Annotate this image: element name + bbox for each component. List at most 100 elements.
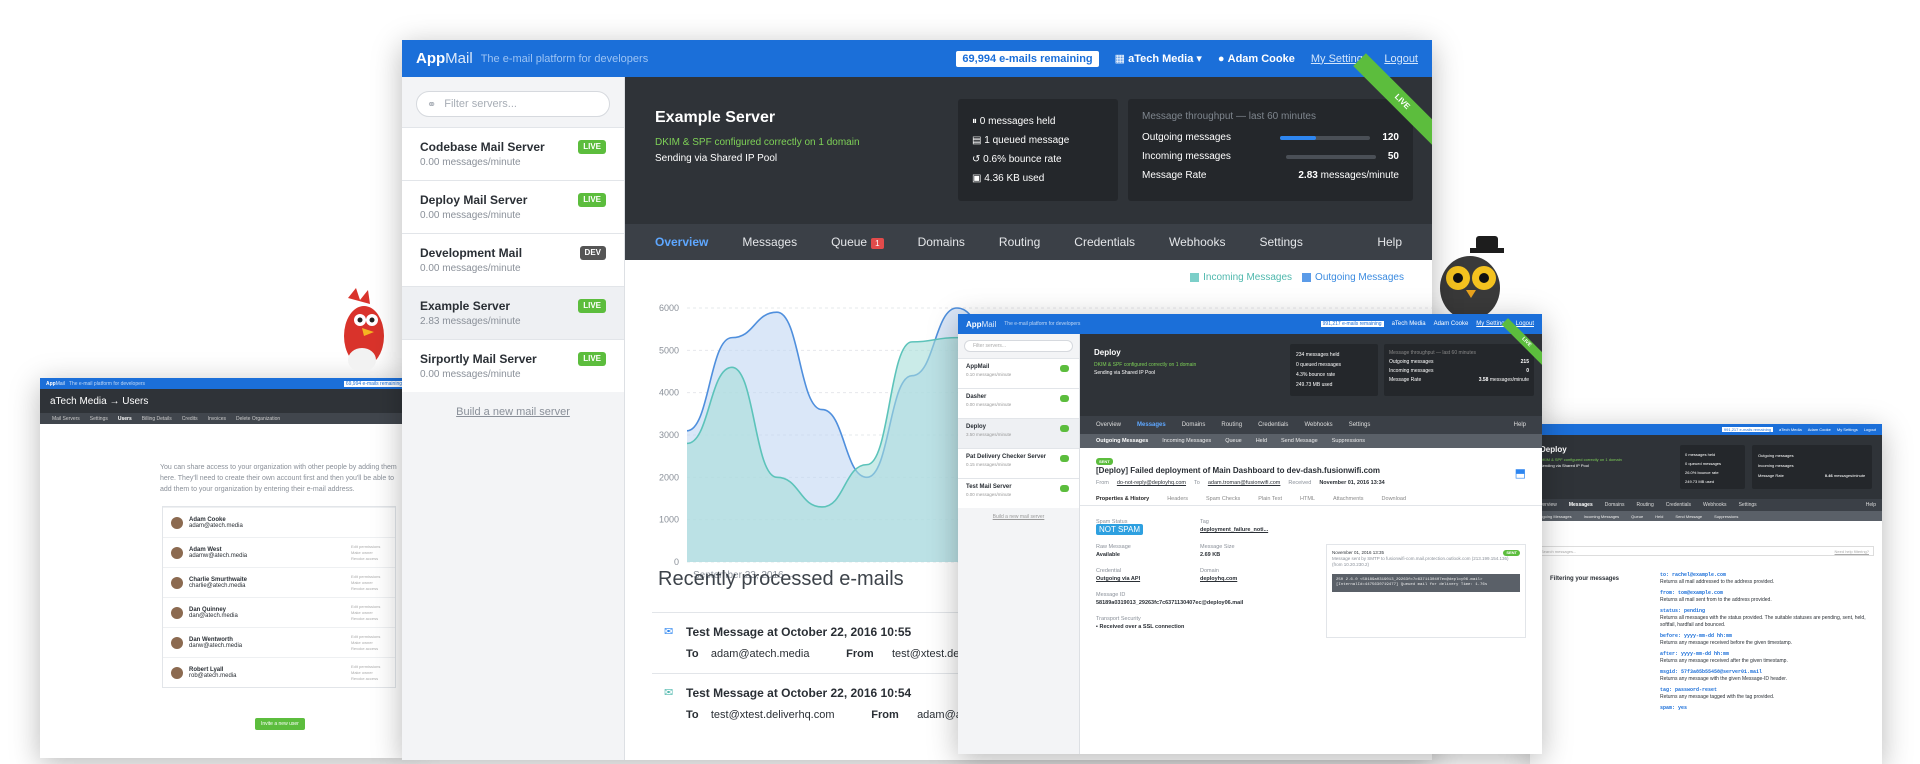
user-menu[interactable]: Adam Cooke (1434, 321, 1469, 327)
sidebar-server-pat-delivery[interactable]: Pat Delivery Checker Server 0.15 message… (958, 448, 1079, 478)
tab-domains[interactable]: Domains (918, 235, 965, 249)
tab-credentials[interactable]: Credentials (1074, 235, 1135, 249)
subtab-queue[interactable]: Queue (1225, 438, 1242, 444)
raw-message: Available (1096, 552, 1120, 558)
message-domain[interactable]: deployhq.com (1200, 576, 1237, 582)
logo[interactable]: AppMail (46, 381, 65, 387)
logout-link[interactable]: Logout (1864, 427, 1876, 432)
subtab-held[interactable]: Held (1256, 438, 1267, 444)
tab-routing[interactable]: Routing (1221, 422, 1242, 428)
user-actions[interactable]: Edit permissions Make owner Revoke acces… (351, 604, 387, 622)
tab-settings[interactable]: Settings (90, 416, 108, 422)
subtab-incoming[interactable]: Incoming Messages (1162, 438, 1211, 444)
message-from[interactable]: do-not-reply@deployhq.com (1117, 480, 1186, 486)
sidebar-server-appmail[interactable]: AppMail 0.10 messages/minute (958, 358, 1079, 388)
sidebar-server-example[interactable]: Example Server LIVE 2.83 messages/minute (402, 286, 624, 339)
subtab-queue[interactable]: Queue (1631, 514, 1643, 519)
logout-link[interactable]: Logout (1516, 321, 1534, 327)
subtab-send[interactable]: Send Message (1675, 514, 1702, 519)
tab-invoices[interactable]: Invoices (208, 416, 226, 422)
org-menu[interactable]: aTech Media (1392, 321, 1426, 327)
tab-spam-checks[interactable]: Spam Checks (1206, 496, 1240, 502)
tab-messages[interactable]: Messages (1569, 502, 1593, 508)
message-search-input[interactable]: Search messages... Need help filtering? (1536, 546, 1874, 556)
tab-overview[interactable]: Overview (1096, 422, 1121, 428)
tab-webhooks[interactable]: Webhooks (1703, 502, 1727, 508)
tab-credentials[interactable]: Credentials (1258, 422, 1288, 428)
user-menu[interactable]: ● Adam Cooke (1218, 53, 1295, 65)
inbox-icon[interactable]: ⬒ (1515, 466, 1526, 480)
org-menu[interactable]: aTech Media (1779, 427, 1802, 432)
sidebar-server-codebase[interactable]: Codebase Mail Server LIVE 0.00 messages/mi… (402, 127, 624, 180)
logo[interactable]: AppMail (966, 320, 996, 329)
legend-incoming[interactable]: Incoming Messages (1190, 272, 1292, 283)
tab-domains[interactable]: Domains (1182, 422, 1206, 428)
help-link[interactable]: Help (1514, 422, 1526, 428)
tab-mail-servers[interactable]: Mail Servers (52, 416, 80, 422)
org-menu[interactable]: ▦ aTech Media ▾ (1115, 52, 1202, 65)
legend-outgoing[interactable]: Outgoing Messages (1302, 272, 1404, 283)
sidebar-server-deploy[interactable]: Deploy 3.50 messages/minute (958, 418, 1079, 448)
stat-bounce: ↺ 0.6% bounce rate (972, 154, 1062, 165)
user-row: Charlie Smurthwaite charlie@atech.media Ed… (163, 567, 395, 597)
filter-help-link[interactable]: Need help filtering? (1835, 549, 1869, 554)
sidebar-server-sirportly[interactable]: Sirportly Mail Server LIVE 0.00 messages/m… (402, 339, 624, 392)
filter-key: to: rachel@example.com (1660, 572, 1727, 578)
sidebar-server-deploy[interactable]: Deploy Mail Server LIVE 0.00 messages/minu… (402, 180, 624, 233)
logout-link[interactable]: Logout (1384, 53, 1418, 65)
server-search-input[interactable]: ⚭ Filter servers... (416, 91, 610, 117)
tab-attachments[interactable]: Attachments (1333, 496, 1364, 502)
message-credential[interactable]: Outgoing via API (1096, 576, 1140, 582)
tab-webhooks[interactable]: Webhooks (1304, 422, 1332, 428)
tab-plain-text[interactable]: Plain Text (1258, 496, 1282, 502)
tab-credits[interactable]: Credits (182, 416, 198, 422)
tab-webhooks[interactable]: Webhooks (1169, 235, 1225, 249)
tab-settings[interactable]: Settings (1739, 502, 1757, 508)
tab-billing[interactable]: Billing Details (142, 416, 172, 422)
tab-headers[interactable]: Headers (1167, 496, 1188, 502)
user-actions[interactable]: Edit permissions Make owner Revoke acces… (351, 664, 387, 682)
sidebar-server-dasher[interactable]: Dasher 0.00 messages/minute (958, 388, 1079, 418)
server-title: Example Server (655, 109, 776, 126)
my-settings-link[interactable]: My Settings (1837, 427, 1858, 432)
build-server-link[interactable]: Build a new mail server (958, 514, 1079, 520)
help-link[interactable]: Help (1377, 235, 1402, 249)
tagline: The e-mail platform for developers (1004, 321, 1081, 327)
dkim-status: DKIM & SPF configured correctly on 1 dom… (655, 137, 860, 148)
subtab-incoming[interactable]: Incoming Messages (1584, 514, 1620, 519)
tab-download[interactable]: Download (1382, 496, 1406, 502)
tab-delete-organization[interactable]: Delete Organization (236, 416, 280, 422)
build-server-link[interactable]: Build a new mail server (402, 406, 624, 418)
tab-settings[interactable]: Settings (1349, 422, 1371, 428)
tab-settings[interactable]: Settings (1259, 235, 1302, 249)
top-bar: AppMail The e-mail platform for develope… (958, 314, 1542, 334)
tab-queue[interactable]: Queue 1 (831, 235, 884, 249)
user-actions[interactable]: Edit permissions Make owner Revoke acces… (351, 544, 387, 562)
user-actions[interactable]: Edit permissions Make owner Revoke acces… (351, 574, 387, 592)
message-to[interactable]: adam.troman@fusionwifi.com (1208, 480, 1281, 486)
tab-routing[interactable]: Routing (999, 235, 1040, 249)
tab-html[interactable]: HTML (1300, 496, 1315, 502)
subtab-send[interactable]: Send Message (1281, 438, 1318, 444)
help-link[interactable]: Help (1866, 502, 1876, 508)
sidebar-server-test[interactable]: Test Mail Server 0.00 messages/minute (958, 478, 1079, 508)
tab-credentials[interactable]: Credentials (1666, 502, 1691, 508)
tab-messages[interactable]: Messages (742, 235, 797, 249)
logo[interactable]: AppMail (416, 50, 473, 67)
subtab-outgoing[interactable]: Outgoing Messages (1096, 438, 1148, 444)
message-tag[interactable]: deployment_failure_noti... (1200, 527, 1268, 533)
subtab-held[interactable]: Held (1655, 514, 1663, 519)
tab-domains[interactable]: Domains (1605, 502, 1625, 508)
tab-overview[interactable]: Overview (655, 235, 708, 249)
tab-routing[interactable]: Routing (1636, 502, 1653, 508)
user-menu[interactable]: Adam Cooke (1808, 427, 1831, 432)
sidebar-server-development[interactable]: Development Mail DEV 0.00 messages/minute (402, 233, 624, 286)
user-actions[interactable]: Edit permissions Make owner Revoke acces… (351, 634, 387, 652)
subtab-suppressions[interactable]: Suppressions (1714, 514, 1738, 519)
subtab-suppressions[interactable]: Suppressions (1332, 438, 1365, 444)
tab-users[interactable]: Users (118, 416, 132, 422)
invite-user-button[interactable]: Invite a new user (255, 718, 305, 730)
tab-messages[interactable]: Messages (1137, 422, 1166, 428)
tab-properties[interactable]: Properties & History (1096, 496, 1149, 502)
server-search-input[interactable]: Filter servers... (964, 340, 1073, 352)
